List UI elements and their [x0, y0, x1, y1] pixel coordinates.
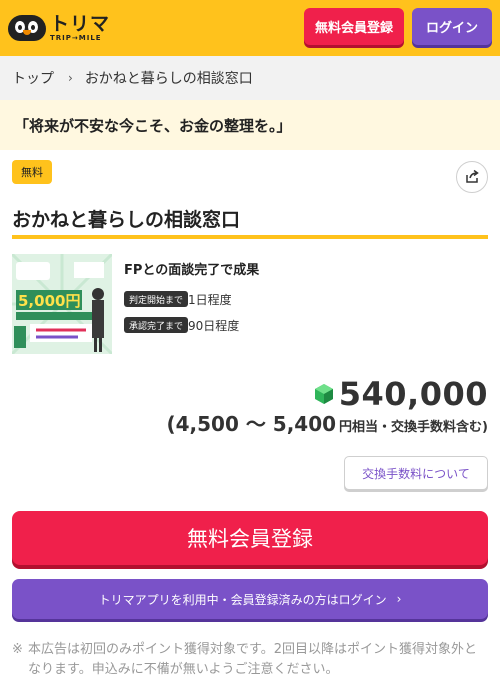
logo-subtext: TRIP→MILE — [50, 33, 102, 42]
gem-point-icon — [314, 384, 333, 404]
tag-approval-complete: 承認完了まで — [124, 317, 189, 333]
breadcrumb-home-link[interactable]: トップ — [12, 68, 54, 88]
offer-thumbnail[interactable]: 5,000円 — [12, 254, 112, 354]
chevron-right-icon: › — [68, 71, 73, 85]
register-button[interactable]: 無料会員登録 — [12, 511, 488, 565]
share-button[interactable] — [456, 161, 488, 193]
breadcrumb-current: おかねと暮らしの相談窓口 — [84, 71, 253, 87]
trima-logo[interactable]: トリマ TRIP→MILE — [8, 12, 110, 44]
chevron-right-icon: › — [396, 592, 402, 606]
exchange-fee-button[interactable]: 交換手数料について — [344, 456, 488, 490]
site-header: トリマ TRIP→MILE 無料会員登録 ログイン — [0, 0, 500, 56]
header-login-button[interactable]: ログイン — [412, 8, 492, 45]
yen-equivalent: (4,500 〜 5,400 円相当・交換手数料含む) — [0, 408, 488, 438]
tag-approval-complete-value: 90日程度 — [188, 319, 240, 333]
offer-title: おかねと暮らしの相談窓口 — [12, 209, 241, 231]
logo-text: トリマ — [50, 12, 111, 35]
breadcrumb: トップ › おかねと暮らしの相談窓口 — [0, 56, 500, 100]
yen-range: (4,500 〜 5,400 — [166, 412, 337, 436]
login-button-label: トリマアプリを利用中・会員登録済みの方はログイン — [98, 592, 387, 607]
catchcopy-banner: 「将来が不安な今こそ、お金の整理を。」 — [0, 100, 500, 150]
catchcopy-text: 「将来が不安な今こそ、お金の整理を。」 — [14, 116, 292, 135]
yen-suffix: 円相当・交換手数料含む) — [339, 420, 488, 435]
login-button[interactable]: トリマアプリを利用中・会員登録済みの方はログイン › — [12, 579, 488, 619]
condition-title: FPとの面談完了で成果 — [124, 263, 260, 278]
header-register-button[interactable]: 無料会員登録 — [304, 8, 404, 45]
notice: ※ 本広告は初回のみポイント獲得対象です。2回目以降はポイント獲得対象外となりま… — [12, 640, 488, 680]
free-badge: 無料 — [12, 160, 52, 184]
svg-text:5,000円: 5,000円 — [18, 292, 80, 310]
tag-judgement-start-value: 1日程度 — [188, 293, 232, 307]
share-icon — [466, 169, 479, 183]
penguin-logo-icon — [8, 15, 46, 41]
notice-mark: ※ — [12, 642, 23, 657]
title-underline — [12, 235, 488, 239]
notice-text: 本広告は初回のみポイント獲得対象です。2回目以降はポイント獲得対象外となります。… — [28, 642, 477, 677]
tag-judgement-start: 判定開始まで — [124, 291, 189, 307]
